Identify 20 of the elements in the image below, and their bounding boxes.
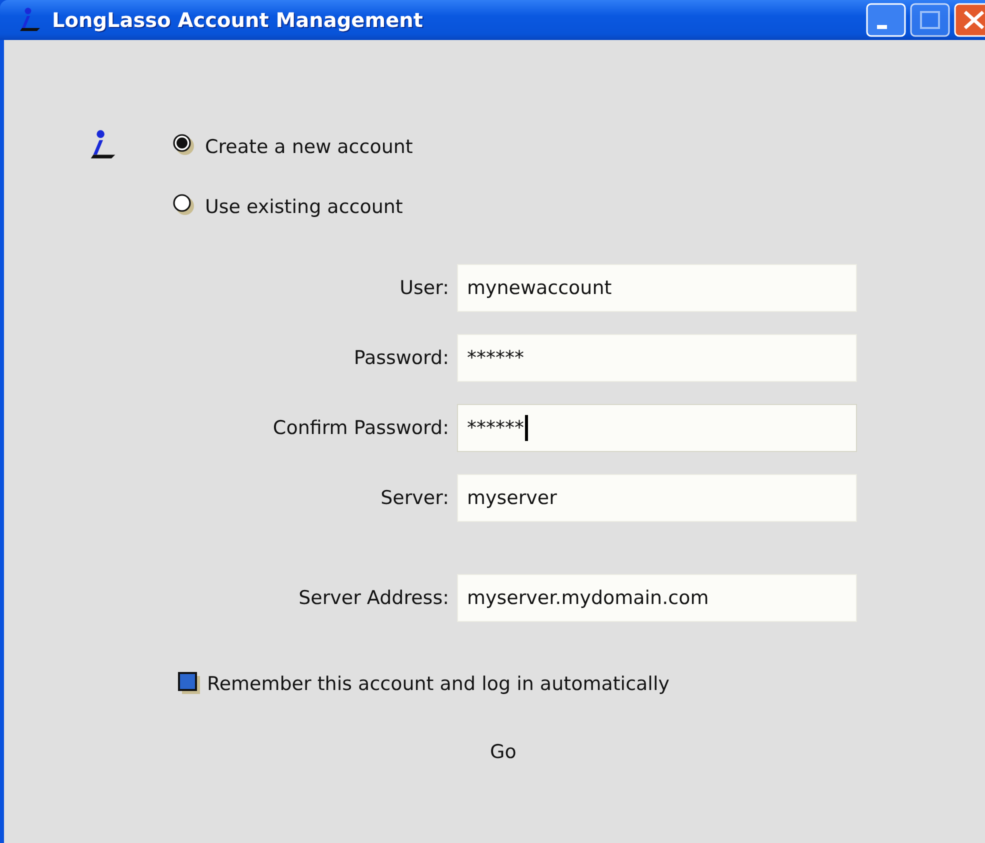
field-label: User: — [400, 277, 449, 299]
input-field[interactable]: myserver — [457, 474, 857, 522]
input-field[interactable]: ****** — [457, 334, 857, 382]
field-label: Confirm Password: — [272, 417, 449, 439]
field-label: Server Address: — [298, 587, 449, 609]
minimize-button[interactable] — [866, 3, 906, 37]
radio-label: Create a new account — [205, 136, 413, 158]
checkbox-label: Remember this account and log in automatically — [207, 673, 670, 695]
field-label: Password: — [354, 347, 449, 369]
checkbox[interactable] — [178, 672, 202, 696]
input-field[interactable]: ****** — [457, 404, 857, 452]
text-cursor — [525, 415, 528, 441]
input-field[interactable]: myserver.mydomain.com — [457, 574, 857, 622]
field-label: Server: — [380, 487, 449, 509]
maximize-button[interactable] — [910, 3, 950, 37]
go-button[interactable]: Go — [486, 739, 520, 765]
input-field[interactable]: mynewaccount — [457, 264, 857, 312]
close-button[interactable] — [954, 3, 985, 37]
radio-label: Use existing account — [205, 196, 403, 218]
window-title: LongLasso Account Management — [52, 8, 424, 32]
